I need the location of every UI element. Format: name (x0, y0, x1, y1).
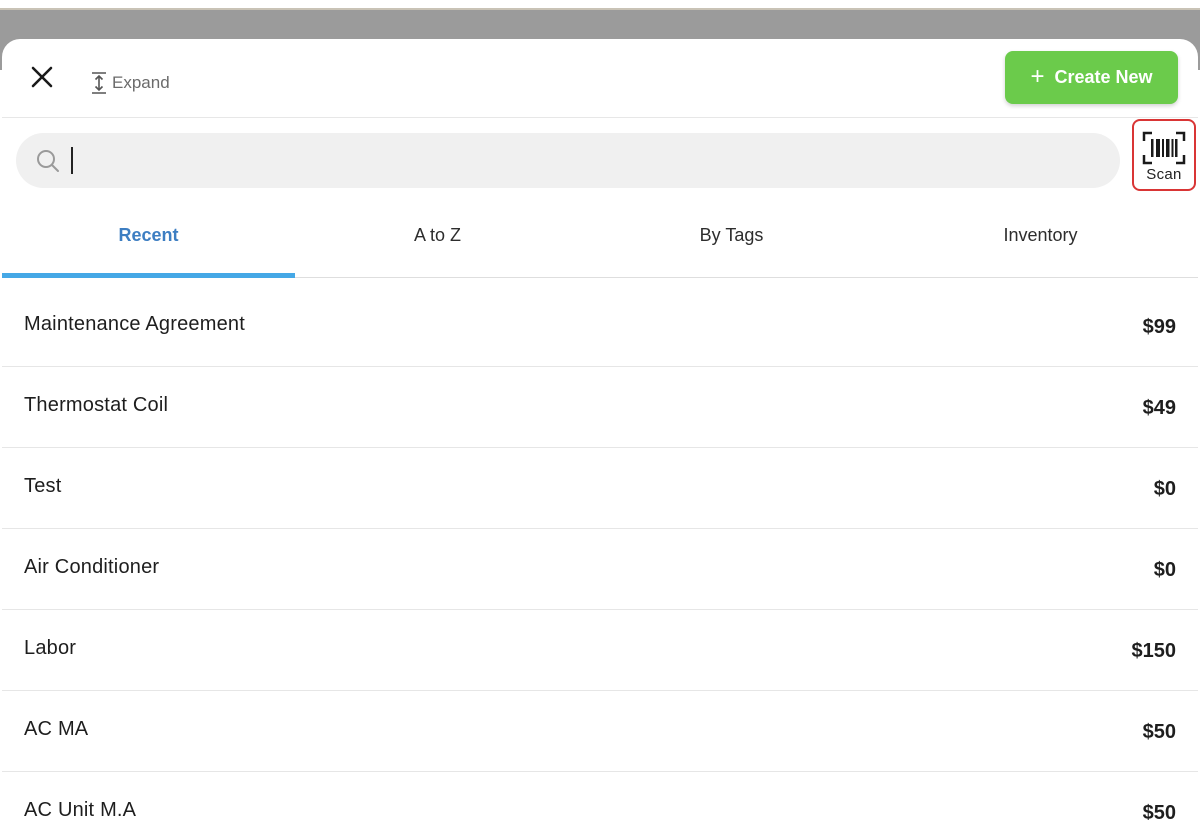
expand-button[interactable]: Expand (90, 70, 170, 96)
expand-label: Expand (112, 73, 170, 92)
list-item[interactable]: Test $0 (2, 448, 1198, 529)
item-price: $150 (1131, 640, 1177, 662)
search-icon (37, 150, 59, 172)
search-bar (16, 133, 1120, 188)
item-name: AC Unit M.A (24, 799, 137, 820)
close-icon (31, 66, 53, 88)
expand-icon (92, 72, 106, 94)
item-list: Maintenance Agreement $99 Thermostat Coi… (2, 286, 1198, 820)
plus-icon: + (1030, 62, 1045, 90)
scan-button[interactable]: Scan (1132, 119, 1196, 191)
barcode-icon (1142, 131, 1186, 165)
tab-label: Recent (118, 224, 179, 245)
text-caret (71, 147, 73, 174)
sheet-header: Expand + Create New (2, 39, 1198, 118)
item-name: Labor (24, 637, 77, 659)
list-item[interactable]: AC Unit M.A $50 (2, 772, 1198, 820)
create-new-label: Create New (1054, 67, 1153, 87)
item-price: $0 (1153, 559, 1176, 581)
tab-inventory[interactable]: Inventory (883, 199, 1198, 277)
item-name: AC MA (24, 718, 89, 740)
item-name: Test (24, 475, 62, 497)
list-item[interactable]: Air Conditioner $0 (2, 529, 1198, 610)
item-name: Maintenance Agreement (24, 313, 246, 335)
tab-a-to-z[interactable]: A to Z (295, 199, 580, 277)
item-price: $50 (1142, 802, 1176, 820)
item-price: $99 (1142, 316, 1176, 338)
tab-label: By Tags (699, 224, 764, 245)
item-picker-sheet: Expand + Create New Scan Recent A to Z B… (2, 39, 1198, 820)
list-item[interactable]: AC MA $50 (2, 691, 1198, 772)
item-price: $0 (1153, 478, 1176, 500)
tab-label: Inventory (1003, 224, 1078, 245)
list-item[interactable]: Thermostat Coil $49 (2, 367, 1198, 448)
item-name: Thermostat Coil (24, 394, 169, 416)
search-input[interactable] (70, 141, 1104, 181)
list-item[interactable]: Maintenance Agreement $99 (2, 286, 1198, 367)
close-button[interactable] (28, 63, 56, 91)
item-name: Air Conditioner (24, 556, 160, 578)
item-price: $50 (1142, 721, 1176, 743)
create-new-button[interactable]: + Create New (1005, 51, 1178, 104)
tab-bar: Recent A to Z By Tags Inventory (2, 199, 1198, 278)
item-price: $49 (1142, 397, 1176, 419)
tab-label: A to Z (413, 224, 462, 245)
scan-label: Scan (1146, 166, 1182, 183)
tab-by-tags[interactable]: By Tags (580, 199, 883, 277)
tab-recent[interactable]: Recent (2, 199, 295, 278)
list-item[interactable]: Labor $150 (2, 610, 1198, 691)
